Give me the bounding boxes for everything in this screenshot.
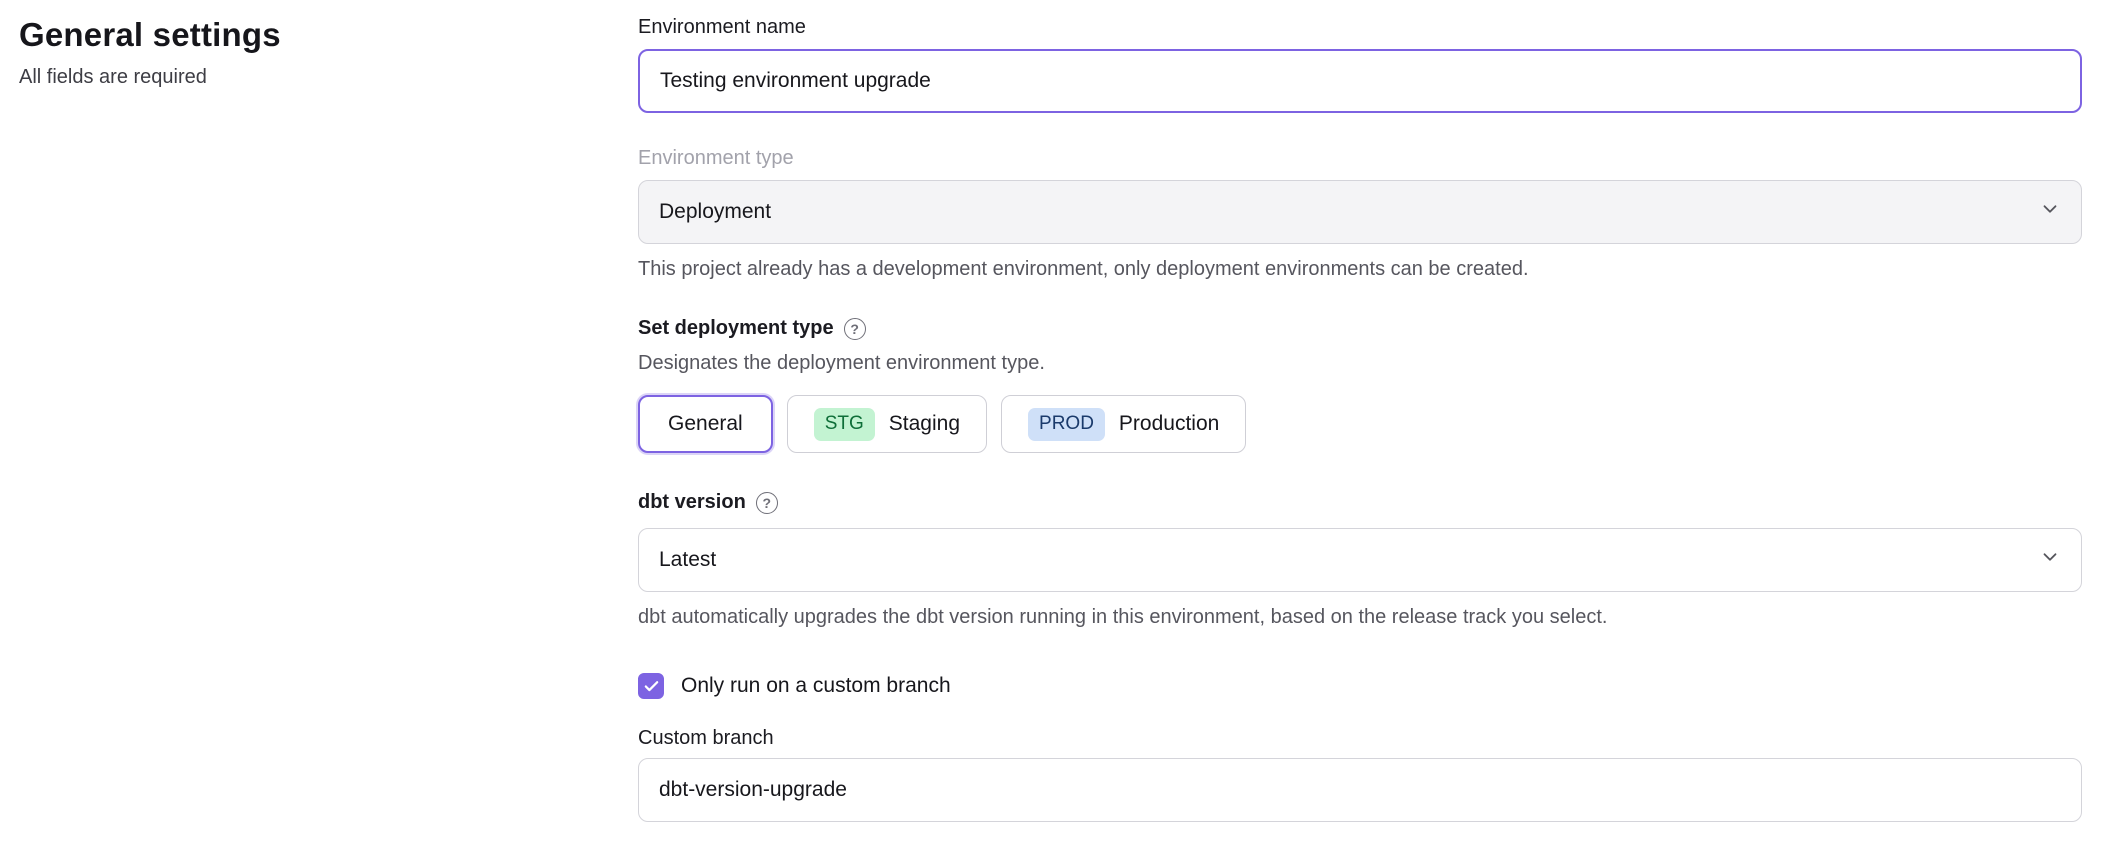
deployment-type-options: General STG Staging PROD Production <box>638 395 2082 453</box>
environment-type-value: Deployment <box>659 200 771 224</box>
help-icon[interactable] <box>756 492 778 514</box>
settings-header: General settings All fields are required <box>19 16 579 89</box>
production-badge: PROD <box>1028 408 1105 441</box>
deployment-type-label: Set deployment type <box>638 317 834 340</box>
environment-type-select[interactable]: Deployment <box>638 180 2082 244</box>
deployment-type-option-production[interactable]: PROD Production <box>1001 395 1246 453</box>
custom-branch-label: Custom branch <box>638 727 2082 750</box>
dbt-version-label: dbt version <box>638 491 746 514</box>
custom-branch-checkbox-label: Only run on a custom branch <box>681 674 951 698</box>
dbt-version-value: Latest <box>659 548 716 572</box>
help-icon[interactable] <box>844 318 866 340</box>
dbt-version-helper: dbt automatically upgrades the dbt versi… <box>638 606 2082 629</box>
dbt-version-select[interactable]: Latest <box>638 528 2082 592</box>
environment-name-input[interactable] <box>638 49 2082 113</box>
deployment-type-option-general[interactable]: General <box>638 395 773 453</box>
environment-type-label: Environment type <box>638 147 2082 170</box>
page-title: General settings <box>19 16 579 54</box>
deployment-type-option-label: Staging <box>889 412 960 436</box>
custom-branch-checkbox[interactable] <box>638 673 664 699</box>
deployment-type-helper: Designates the deployment environment ty… <box>638 352 2082 375</box>
environment-settings-form: Environment name Environment type Deploy… <box>638 16 2082 822</box>
check-icon <box>643 678 660 695</box>
deployment-type-option-label: General <box>668 412 743 436</box>
page-subtitle: All fields are required <box>19 66 579 89</box>
environment-name-label: Environment name <box>638 16 2082 39</box>
deployment-type-option-staging[interactable]: STG Staging <box>787 395 987 453</box>
chevron-down-icon <box>2039 546 2061 574</box>
chevron-down-icon <box>2039 198 2061 226</box>
staging-badge: STG <box>814 408 875 441</box>
deployment-type-option-label: Production <box>1119 412 1219 436</box>
custom-branch-checkbox-row[interactable]: Only run on a custom branch <box>638 673 2082 699</box>
environment-type-helper: This project already has a development e… <box>638 258 2082 281</box>
custom-branch-input[interactable] <box>638 758 2082 822</box>
